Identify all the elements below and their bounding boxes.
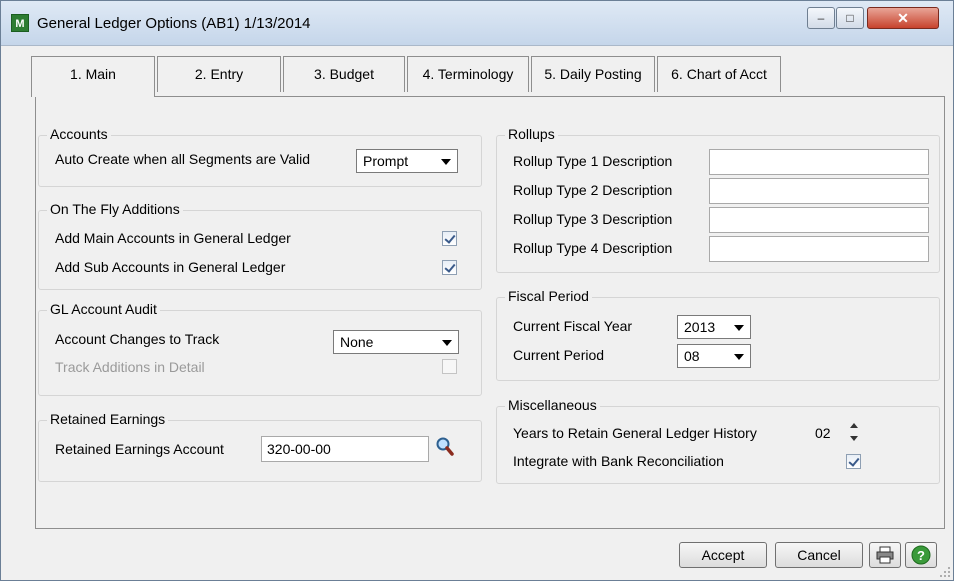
cancel-button[interactable]: Cancel: [775, 542, 863, 568]
app-icon[interactable]: M: [11, 14, 29, 32]
rollup-2-input[interactable]: [709, 178, 929, 204]
tab-main-label: 1. Main: [70, 66, 116, 82]
track-additions-checkbox[interactable]: [442, 359, 457, 374]
accounts-group-title: Accounts: [47, 126, 111, 142]
tab-budget[interactable]: 3. Budget: [283, 56, 405, 92]
tab-entry-label: 2. Entry: [194, 66, 244, 82]
add-sub-accounts-label: Add Sub Accounts in General Ledger: [55, 259, 286, 275]
miscellaneous-group: Miscellaneous Years to Retain General Le…: [496, 397, 940, 484]
chevron-down-icon: [734, 354, 744, 360]
resize-grip-icon[interactable]: [939, 566, 951, 578]
retained-earnings-account-input[interactable]: 320-00-00: [261, 436, 429, 462]
accept-button[interactable]: Accept: [679, 542, 767, 568]
account-changes-value: None: [340, 334, 374, 350]
gl-audit-group-title: GL Account Audit: [47, 301, 160, 317]
auto-create-value: Prompt: [363, 153, 409, 169]
add-main-accounts-checkbox[interactable]: [442, 231, 457, 246]
rollup-3-label: Rollup Type 3 Description: [513, 211, 673, 227]
close-icon: ✕: [897, 10, 909, 26]
on-the-fly-group: On The Fly Additions Add Main Accounts i…: [38, 201, 482, 290]
account-changes-label: Account Changes to Track: [55, 331, 220, 347]
printer-icon: [876, 546, 894, 564]
spin-up-icon[interactable]: [850, 423, 858, 428]
auto-create-select[interactable]: Prompt: [356, 149, 458, 173]
auto-create-label: Auto Create when all Segments are Valid: [55, 151, 310, 167]
years-to-retain-input[interactable]: 02: [813, 421, 839, 447]
tab-terminology[interactable]: 4. Terminology: [407, 56, 529, 92]
tab-chart-of-acct[interactable]: 6. Chart of Acct: [657, 56, 781, 92]
tab-main[interactable]: 1. Main: [31, 56, 155, 97]
current-fiscal-year-select[interactable]: 2013: [677, 315, 751, 339]
print-button[interactable]: [869, 542, 901, 568]
rollups-group-title: Rollups: [505, 126, 558, 142]
chevron-down-icon: [441, 159, 451, 165]
magnifier-icon[interactable]: [435, 435, 455, 459]
cancel-label: Cancel: [797, 547, 841, 563]
bank-reconciliation-checkbox[interactable]: [846, 454, 861, 469]
current-period-select[interactable]: 08: [677, 344, 751, 368]
current-fiscal-year-value: 2013: [684, 319, 716, 335]
chevron-down-icon: [442, 340, 452, 346]
svg-text:?: ?: [917, 548, 925, 563]
rollup-2-label: Rollup Type 2 Description: [513, 182, 673, 198]
main-tab-page: Accounts Auto Create when all Segments a…: [35, 96, 945, 529]
rollup-4-input[interactable]: [709, 236, 929, 262]
tab-entry[interactable]: 2. Entry: [157, 56, 281, 92]
current-period-value: 08: [684, 348, 700, 364]
add-main-accounts-label: Add Main Accounts in General Ledger: [55, 230, 291, 246]
maximize-icon: □: [846, 11, 854, 25]
help-icon: ?: [911, 545, 931, 565]
window-title: General Ledger Options (AB1) 1/13/2014: [37, 15, 311, 32]
fiscal-period-group-title: Fiscal Period: [505, 288, 592, 304]
tab-budget-label: 3. Budget: [314, 66, 374, 82]
tab-daily-posting-label: 5. Daily Posting: [544, 66, 642, 82]
rollup-4-label: Rollup Type 4 Description: [513, 240, 673, 256]
rollup-1-label: Rollup Type 1 Description: [513, 153, 673, 169]
options-window: M General Ledger Options (AB1) 1/13/2014…: [0, 0, 954, 581]
rollup-3-input[interactable]: [709, 207, 929, 233]
miscellaneous-group-title: Miscellaneous: [505, 397, 600, 413]
account-changes-select[interactable]: None: [333, 330, 459, 354]
add-sub-accounts-checkbox[interactable]: [442, 260, 457, 275]
current-fiscal-year-label: Current Fiscal Year: [513, 318, 633, 334]
years-to-retain-value: 02: [815, 425, 831, 441]
accept-label: Accept: [701, 547, 745, 563]
help-button[interactable]: ?: [905, 542, 937, 568]
accounts-group: Accounts Auto Create when all Segments a…: [38, 126, 482, 187]
bank-reconciliation-label: Integrate with Bank Reconciliation: [513, 453, 724, 469]
close-button[interactable]: ✕: [867, 7, 939, 29]
retained-earnings-group-title: Retained Earnings: [47, 411, 169, 427]
current-period-label: Current Period: [513, 347, 605, 363]
retained-earnings-account-value: 320-00-00: [267, 441, 331, 457]
tab-terminology-label: 4. Terminology: [422, 66, 514, 82]
title-bar: M General Ledger Options (AB1) 1/13/2014…: [1, 1, 953, 46]
minimize-button[interactable]: –: [807, 7, 835, 29]
rollups-group: Rollups Rollup Type 1 Description Rollup…: [496, 126, 940, 273]
chevron-down-icon: [734, 325, 744, 331]
retained-earnings-group: Retained Earnings Retained Earnings Acco…: [38, 411, 482, 482]
tab-daily-posting[interactable]: 5. Daily Posting: [531, 56, 655, 92]
rollup-1-input[interactable]: [709, 149, 929, 175]
tab-chart-of-acct-label: 6. Chart of Acct: [671, 66, 767, 82]
fiscal-period-group: Fiscal Period Current Fiscal Year 2013 C…: [496, 288, 940, 381]
gl-audit-group: GL Account Audit Account Changes to Trac…: [38, 301, 482, 396]
minimize-icon: –: [817, 11, 825, 25]
track-additions-label: Track Additions in Detail: [55, 359, 205, 375]
maximize-button[interactable]: □: [836, 7, 864, 29]
years-to-retain-spinner[interactable]: [849, 419, 861, 447]
spin-down-icon[interactable]: [850, 436, 858, 441]
years-to-retain-label: Years to Retain General Ledger History: [513, 425, 757, 441]
on-the-fly-group-title: On The Fly Additions: [47, 201, 183, 217]
retained-earnings-account-label: Retained Earnings Account: [55, 441, 224, 457]
